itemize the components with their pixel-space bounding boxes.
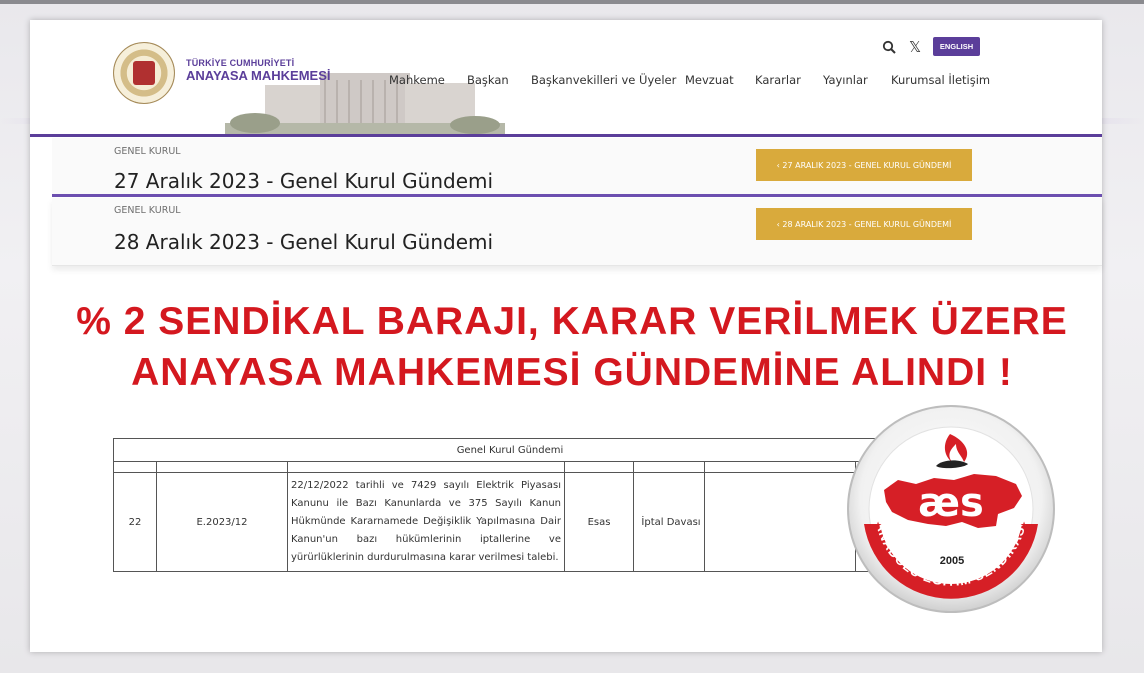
svg-text:★: ★ xyxy=(1020,521,1028,531)
case-type: Esas xyxy=(564,472,634,572)
case-description: 22/12/2022 tarihli ve 7429 sayılı Elektr… xyxy=(287,472,565,572)
case-kind: İptal Davası xyxy=(633,472,705,572)
agenda-section-28: GENEL KURUL 28 Aralık 2023 - Genel Kurul… xyxy=(52,198,1102,266)
logo-line-2: ANAYASA MAHKEMESİ xyxy=(186,68,331,83)
row-number: 22 xyxy=(113,472,157,572)
english-language-button[interactable]: ENGLISH xyxy=(933,37,980,56)
table-caption: Genel Kurul Gündemi xyxy=(113,438,907,462)
nav-mevzuat[interactable]: Mevzuat xyxy=(685,73,734,87)
bottom-fade xyxy=(30,610,1102,652)
table-row: 22 E.2023/12 22/12/2022 tarihli ve 7429 … xyxy=(113,472,907,572)
nav-kararlar[interactable]: Kararlar xyxy=(755,73,801,87)
logo-line-1: TÜRKİYE CUMHURİYETİ xyxy=(186,58,295,68)
prev-agenda-button[interactable]: ‹ 27 ARALIK 2023 - GENEL KURUL GÜNDEMİ xyxy=(756,149,972,181)
aes-letters: æs xyxy=(918,480,984,526)
empty-cell xyxy=(704,472,856,572)
search-icon[interactable] xyxy=(882,40,896,54)
top-divider xyxy=(0,0,1144,4)
nav-kurumsal-iletisim[interactable]: Kurumsal İletişim xyxy=(891,73,990,87)
file-number: E.2023/12 xyxy=(156,472,288,572)
nav-baskanvekilleri[interactable]: Başkanvekilleri ve Üyeler xyxy=(531,73,676,87)
page-title: 28 Aralık 2023 - Genel Kurul Gündemi xyxy=(114,230,494,254)
page-title: 27 Aralık 2023 - Genel Kurul Gündemi xyxy=(114,169,494,193)
section-kicker: GENEL KURUL xyxy=(114,205,181,216)
svg-text:★: ★ xyxy=(874,521,882,531)
court-emblem-logo[interactable] xyxy=(113,42,175,104)
agenda-table: Genel Kurul Gündemi 22 E.2023/12 22/12/2… xyxy=(113,438,907,572)
section-divider xyxy=(52,194,1102,197)
badge-year: 2005 xyxy=(940,555,964,567)
headline-line-2: ANAYASA MAHKEMESİ GÜNDEMİNE ALINDI ! xyxy=(131,351,1013,394)
nav-mahkeme[interactable]: Mahkeme xyxy=(389,73,445,87)
header-border xyxy=(30,134,1102,137)
section-kicker: GENEL KURUL xyxy=(114,146,181,157)
nav-baskan[interactable]: Başkan xyxy=(467,73,509,87)
headline-line-1: % 2 SENDİKAL BARAJI, KARAR VERİLMEK ÜZER… xyxy=(76,300,1068,343)
x-social-icon[interactable]: 𝕏 xyxy=(909,38,921,56)
aes-union-logo: ANADOLU EĞİTİM SENDİKASI æs 2005 ★ ★ xyxy=(847,405,1055,613)
nav-yayinlar[interactable]: Yayınlar xyxy=(823,73,868,87)
prev-agenda-button[interactable]: ‹ 28 ARALIK 2023 - GENEL KURUL GÜNDEMİ xyxy=(756,208,972,240)
agenda-section-27: GENEL KURUL 27 Aralık 2023 - Genel Kurul… xyxy=(52,138,1102,197)
